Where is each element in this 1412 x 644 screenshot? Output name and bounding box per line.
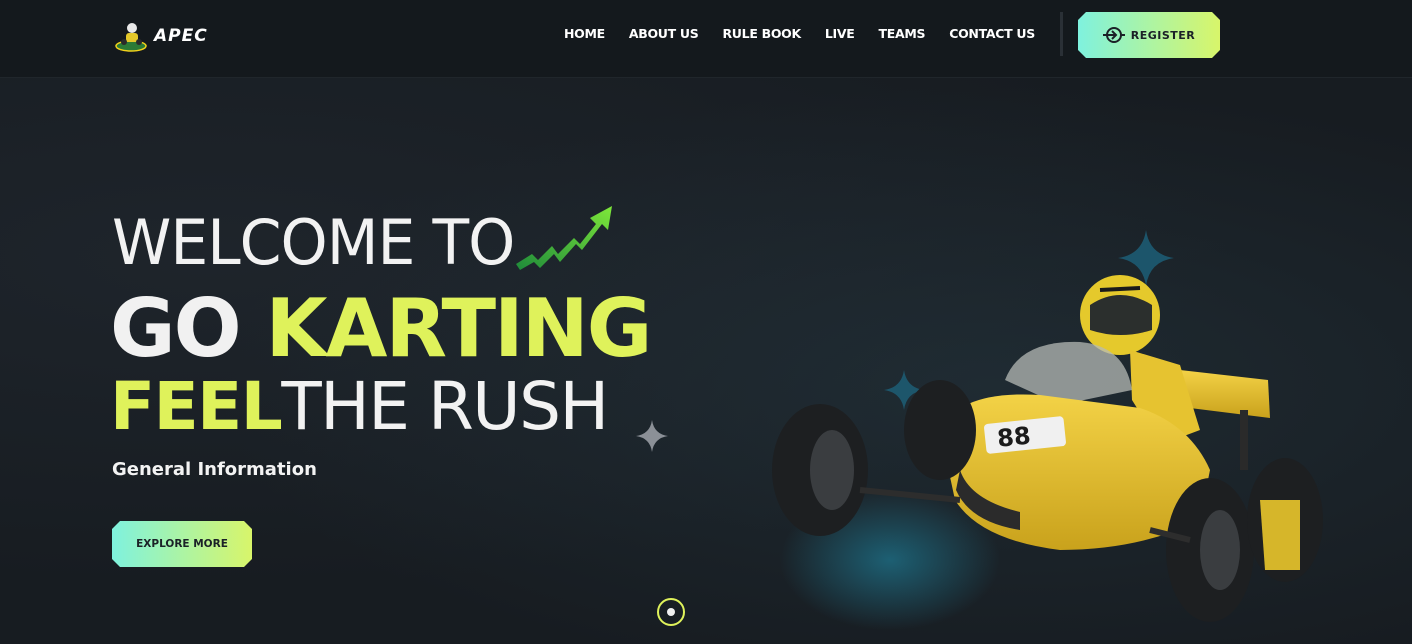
hero-headline: GO KARTING xyxy=(110,282,653,375)
site-header: APEC HOME ABOUT US RULE BOOK LIVE TEAMS … xyxy=(0,0,1412,78)
main-nav: HOME ABOUT US RULE BOOK LIVE TEAMS CONTA… xyxy=(564,26,1059,41)
nav-divider xyxy=(1060,12,1063,56)
kart-number: 88 xyxy=(996,422,1032,453)
headline-go: GO xyxy=(110,282,242,375)
kart-logo-icon xyxy=(115,23,147,52)
nav-contact-us[interactable]: CONTACT US xyxy=(949,26,1035,41)
hero-tagline: FEELTHE RUSH xyxy=(110,368,609,445)
logo-text: APEC xyxy=(154,26,208,46)
slider-indicator-dot xyxy=(667,608,675,616)
nav-about-us[interactable]: ABOUT US xyxy=(629,26,699,41)
general-information-label: General Information xyxy=(112,459,317,480)
explore-more-label: EXPLORE MORE xyxy=(136,538,228,550)
tagline-rush: THE RUSH xyxy=(281,368,609,445)
site-logo[interactable]: APEC xyxy=(114,18,224,54)
headline-karting: KARTING xyxy=(265,282,653,375)
nav-rule-book[interactable]: RULE BOOK xyxy=(722,26,801,41)
register-label: REGISTER xyxy=(1130,28,1196,42)
nav-live[interactable]: LIVE xyxy=(825,26,855,41)
sparkle-icon xyxy=(636,420,668,452)
register-button[interactable]: REGISTER xyxy=(1078,12,1220,58)
nav-home[interactable]: HOME xyxy=(564,26,605,41)
hero-welcome: WELCOME TO xyxy=(112,206,515,280)
login-arrow-icon xyxy=(1103,26,1125,44)
nav-teams[interactable]: TEAMS xyxy=(879,26,926,41)
slider-indicator[interactable] xyxy=(657,598,685,626)
explore-more-button[interactable]: EXPLORE MORE xyxy=(112,521,252,567)
go-kart-image: 88 xyxy=(772,275,1323,630)
trending-arrow-icon xyxy=(516,206,612,270)
tagline-feel: FEEL xyxy=(110,368,283,445)
